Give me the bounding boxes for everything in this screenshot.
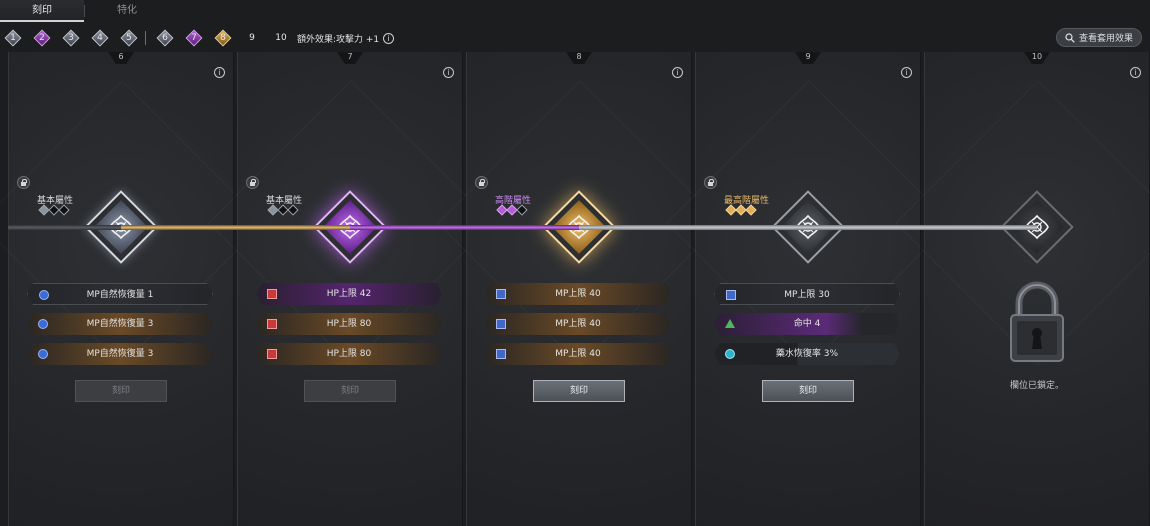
- tier-gems: [267, 204, 299, 216]
- slot-info-icon[interactable]: i: [901, 67, 912, 78]
- stat-row[interactable]: MP自然恢復量 1: [27, 283, 213, 305]
- stat-row[interactable]: 藥水恢復率 3%: [714, 343, 900, 365]
- engrave-button[interactable]: 刻印: [762, 380, 854, 402]
- stat-row[interactable]: 命中 4: [714, 313, 900, 335]
- slot-locked-message: 欄位已鎖定。: [1009, 381, 1064, 391]
- level-number: 9: [249, 33, 255, 43]
- stat-label: HP上限 80: [326, 349, 372, 359]
- tab-engrave[interactable]: 刻印: [0, 0, 84, 22]
- stat-row[interactable]: MP上限 30: [714, 283, 900, 305]
- tier-gem-icon: [58, 204, 70, 216]
- stat-label: MP上限 30: [784, 290, 830, 300]
- engrave-slot-6: 6 i 基本屬性 MP自然恢復量 1 MP自然恢復量 3 MP自然恢復量 3 刻印: [8, 52, 234, 526]
- engrave-link-rail: [808, 225, 1037, 230]
- engrave-link-rail: [579, 225, 808, 230]
- engrave-slot-7: 7 i 基本屬性 HP上限 42 HP上限 80 HP上限 80 刻印: [237, 52, 463, 526]
- view-applied-effects-button[interactable]: 查看套用效果: [1056, 28, 1142, 47]
- stat-row[interactable]: HP上限 80: [256, 313, 442, 335]
- stat-label: MP自然恢復量 3: [86, 319, 154, 329]
- tier-gem-icon: [287, 204, 299, 216]
- engrave-button[interactable]: 刻印: [533, 380, 625, 402]
- engrave-slot-10: 10 i 欄位已鎖定。: [924, 52, 1150, 526]
- stat-label: MP上限 40: [555, 289, 601, 299]
- engrave-slot-8: 8 i 高階屬性 MP上限 40 MP上限 40 MP上限 40 刻印: [466, 52, 692, 526]
- level-node-7[interactable]: 7: [185, 29, 203, 47]
- level-track: 1 2 3 4 5 6 7 8 9 10 額外效果:攻擊力 +1 i: [4, 28, 395, 48]
- level-number: 8: [220, 33, 226, 43]
- level-node-5[interactable]: 5: [120, 29, 138, 47]
- stat-label: 命中 4: [793, 319, 821, 329]
- padlock-icon: [1010, 281, 1064, 362]
- bonus-effect: 額外效果:攻擊力 +1 i: [297, 32, 395, 45]
- stat-label: MP自然恢復量 3: [86, 349, 154, 359]
- level-number: 1: [10, 33, 16, 43]
- level-node-3[interactable]: 3: [62, 29, 80, 47]
- tier-gems: [496, 204, 528, 216]
- level-group-divider: [145, 31, 146, 45]
- bonus-effect-text: 額外效果:攻擊力 +1: [297, 34, 380, 45]
- slot-info-icon[interactable]: i: [214, 67, 225, 78]
- stat-label: MP上限 40: [555, 349, 601, 359]
- stat-label: 藥水恢復率 3%: [775, 349, 839, 359]
- engrave-link-rail: [350, 225, 579, 230]
- engrave-slots: 6 i 基本屬性 MP自然恢復量 1 MP自然恢復量 3 MP自然恢復量 3 刻印 7…: [8, 52, 1150, 526]
- lock-icon[interactable]: [704, 176, 717, 189]
- stat-label: HP上限 42: [326, 289, 372, 299]
- stat-row[interactable]: MP自然恢復量 3: [27, 313, 213, 335]
- tier-gem-icon: [516, 204, 528, 216]
- top-tabs: 刻印 特化: [0, 0, 200, 22]
- level-number: 10: [275, 33, 287, 43]
- level-number: 5: [126, 33, 132, 43]
- engrave-link-rail: [8, 225, 121, 230]
- level-number: 3: [68, 33, 74, 43]
- stat-label: MP自然恢復量 1: [86, 290, 154, 300]
- search-icon: [1065, 32, 1075, 43]
- slot-number: 8: [566, 52, 592, 64]
- level-node-4[interactable]: 4: [91, 29, 109, 47]
- level-node-1[interactable]: 1: [4, 29, 22, 47]
- stat-row[interactable]: MP上限 40: [485, 283, 671, 305]
- lock-icon[interactable]: [17, 176, 30, 189]
- tier-gems: [725, 204, 757, 216]
- slot-number: 9: [795, 52, 821, 64]
- engrave-link-rail: [121, 225, 350, 230]
- lock-icon[interactable]: [475, 176, 488, 189]
- stat-row[interactable]: HP上限 80: [256, 343, 442, 365]
- stat-row[interactable]: MP上限 40: [485, 313, 671, 335]
- lock-icon[interactable]: [246, 176, 259, 189]
- stat-row[interactable]: MP上限 40: [485, 343, 671, 365]
- level-node-9[interactable]: 9: [243, 29, 261, 47]
- engrave-button[interactable]: 刻印: [304, 380, 396, 402]
- slot-number: 6: [108, 52, 134, 64]
- level-node-8[interactable]: 8: [214, 29, 232, 47]
- level-number: 7: [191, 33, 197, 43]
- level-number: 4: [97, 33, 103, 43]
- level-node-2[interactable]: 2: [33, 29, 51, 47]
- level-node-10[interactable]: 10: [272, 29, 290, 47]
- stat-row[interactable]: MP自然恢復量 3: [27, 343, 213, 365]
- slot-info-icon[interactable]: i: [1130, 67, 1141, 78]
- bonus-info-icon[interactable]: i: [383, 32, 395, 44]
- level-node-6[interactable]: 6: [156, 29, 174, 47]
- engrave-button[interactable]: 刻印: [75, 380, 167, 402]
- view-applied-effects-label: 查看套用效果: [1078, 34, 1133, 44]
- stat-row[interactable]: HP上限 42: [256, 283, 442, 305]
- tier-gem-icon: [745, 204, 757, 216]
- level-number: 2: [39, 33, 45, 43]
- slot-number: 10: [1024, 52, 1050, 64]
- engrave-slot-9: 9 i 最高階屬性 MP上限 30 命中 4 藥水恢復率 3% 刻印: [695, 52, 921, 526]
- tier-gems: [38, 204, 70, 216]
- slot-info-icon[interactable]: i: [443, 67, 454, 78]
- stat-label: HP上限 80: [326, 319, 372, 329]
- slot-number: 7: [337, 52, 363, 64]
- tab-specialize[interactable]: 特化: [85, 0, 169, 22]
- level-number: 6: [162, 33, 168, 43]
- slot-info-icon[interactable]: i: [672, 67, 683, 78]
- stat-label: MP上限 40: [555, 319, 601, 329]
